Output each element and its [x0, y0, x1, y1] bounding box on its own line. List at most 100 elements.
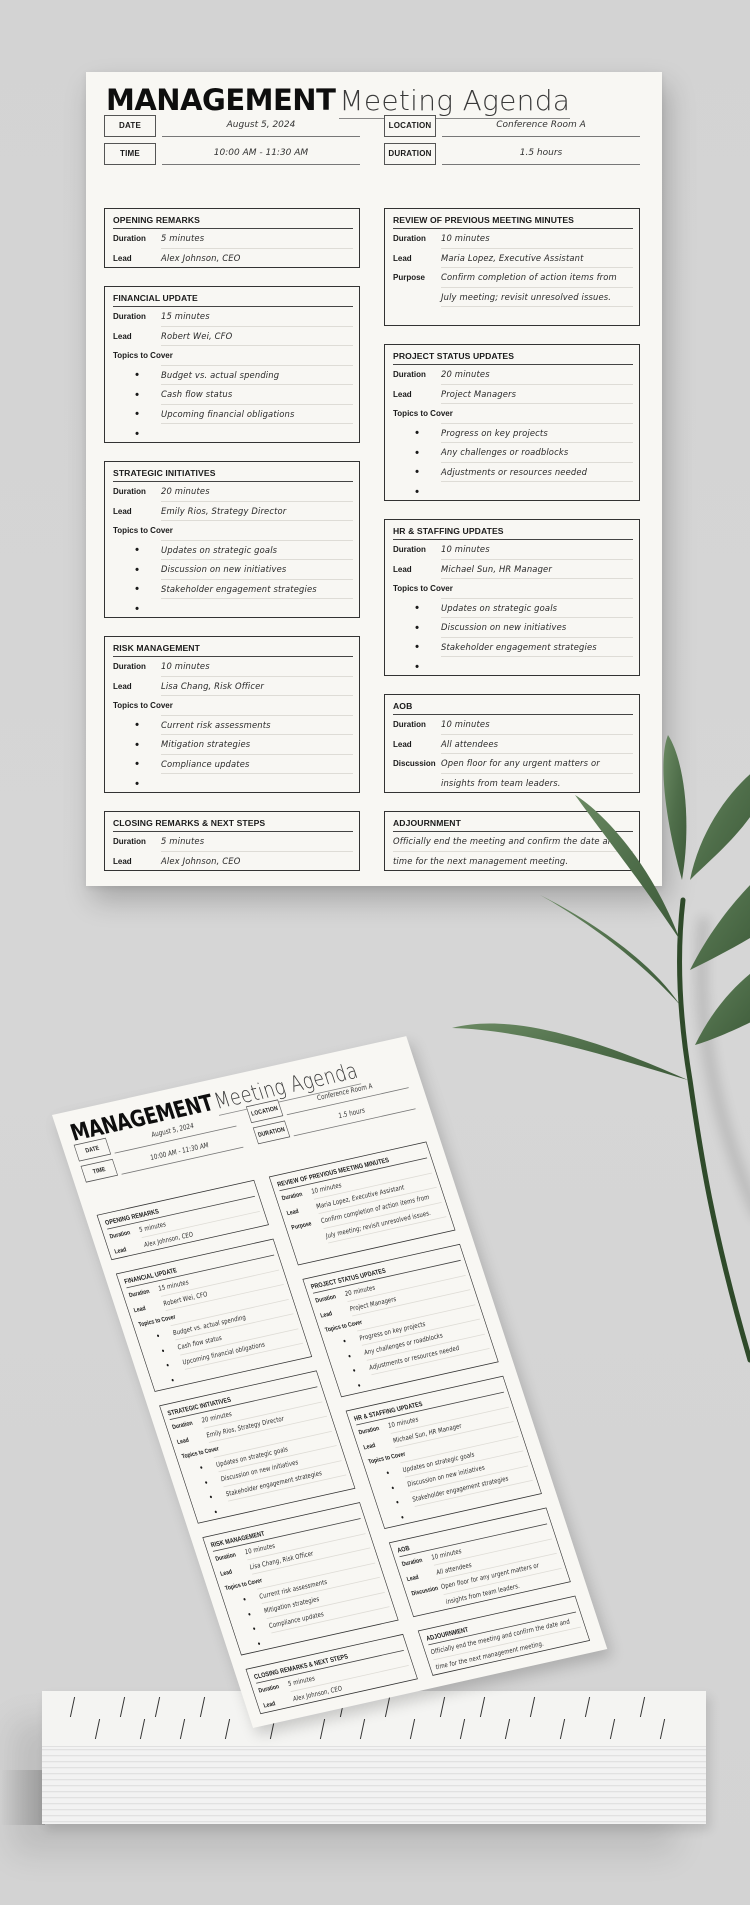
row-label: Duration [393, 720, 426, 730]
bullet-icon [113, 778, 161, 790]
row-label: Lead [393, 389, 412, 399]
topics-row: Topics to Cover [113, 696, 353, 716]
duration-row: Duration 10 minutes [393, 540, 633, 560]
stack-print-mark [659, 1719, 666, 1739]
topic-text: Cash flow status [161, 385, 353, 405]
leaf [690, 885, 750, 970]
bullet-icon [113, 583, 161, 595]
topic-item [113, 599, 353, 619]
stack-print-mark [154, 1697, 161, 1717]
row-label: Lead [113, 856, 132, 866]
section-aob: AOB Duration 10 minutes Lead All attendees… [384, 694, 640, 793]
meta-time: TIME 10:00 AM - 11:30 AM [104, 143, 360, 165]
row-value: 5 minutes [161, 832, 353, 852]
row-label: Lead [113, 1245, 128, 1255]
row-label: Lead [393, 253, 412, 263]
bullet-icon [393, 466, 441, 478]
row-label: Duration [113, 487, 146, 497]
lead-row: Lead Project Managers [393, 385, 633, 404]
topic-item: Upcoming financial obligations [113, 405, 353, 424]
lead-row: Lead Alex Johnson, CEO [113, 249, 353, 269]
topic-text: Current risk assessments [161, 716, 353, 735]
section-project-status: PROJECT STATUS UPDATES Duration 20 minute… [302, 1243, 499, 1398]
row-label: Topics to Cover [393, 408, 453, 418]
leaf [663, 735, 687, 880]
section-strategic-initiatives: STRATEGIC INITIATIVES Duration 20 minutes… [104, 461, 360, 618]
duration-row: Duration 10 minutes [393, 715, 633, 735]
row-value: Officially end the meeting and confirm t… [393, 832, 633, 852]
bullet-icon [113, 564, 161, 576]
row-value: Alex Johnson, CEO [161, 856, 241, 867]
row-label-empty [296, 1236, 326, 1243]
topics-row: Topics to Cover [113, 346, 353, 366]
agenda-title: MANAGEMENTMeeting Agenda [106, 84, 571, 119]
topic-item: Discussion on new initiatives [393, 618, 633, 638]
section-review-previous-minutes: REVIEW OF PREVIOUS MEETING MINUTES Durat… [384, 208, 640, 326]
row-value: All attendees [441, 735, 633, 754]
row-label: Lead [113, 253, 132, 263]
stack-print-mark [439, 1697, 446, 1717]
topic-item: Cash flow status [113, 385, 353, 405]
row-label: Duration [113, 837, 146, 847]
bullet-icon [393, 602, 441, 614]
section-financial-update: FINANCIAL UPDATE Duration 15 minutes Lead… [115, 1238, 313, 1392]
section-opening-remarks: OPENING REMARKS Duration 5 minutes Lead Al… [104, 208, 360, 268]
row-label: Lead [113, 681, 132, 691]
topic-item: Discussion on new initiatives [113, 560, 353, 580]
topic-text [161, 424, 353, 444]
time-label: TIME [80, 1158, 119, 1183]
leaf [452, 1023, 688, 1080]
row-label: Purpose [393, 273, 426, 283]
topic-item [113, 424, 353, 444]
topic-item [393, 657, 633, 677]
agenda-sheet-front: MANAGEMENT Meeting Agenda DATE August 5, … [86, 72, 662, 886]
bullet-icon [113, 428, 161, 440]
section-title: FINANCIAL UPDATE [113, 291, 353, 307]
time-label: TIME [104, 143, 156, 165]
row-label: Duration [393, 370, 426, 380]
topic-text: Discussion on new initiatives [441, 618, 633, 638]
date-label: DATE [104, 115, 156, 137]
row-value: 10 minutes [441, 540, 633, 560]
section-strategic-initiatives: STRATEGIC INITIATIVES Duration 20 minutes… [159, 1370, 356, 1524]
row-label: Lead [262, 1699, 277, 1709]
row-value: Maria Lopez, Executive Assistant [441, 249, 633, 268]
lead-row: Lead Alex Johnson, CEO [113, 852, 353, 872]
stack-print-mark [504, 1719, 511, 1739]
section-title: RISK MANAGEMENT [113, 641, 353, 657]
row-label: Lead [393, 564, 412, 574]
section-title: OPENING REMARKS [113, 213, 353, 229]
row-label: Duration [393, 234, 426, 244]
duration-row: Duration 5 minutes [113, 832, 353, 852]
stack-print-mark [584, 1697, 591, 1717]
bullet-icon [393, 427, 441, 439]
row-label: Topics to Cover [113, 700, 173, 710]
row-label: Lead [132, 1304, 147, 1314]
row-value: 10 minutes [441, 229, 633, 249]
section-title: REVIEW OF PREVIOUS MEETING MINUTES [393, 213, 633, 229]
adjournment-line: Officially end the meeting and confirm t… [393, 832, 633, 852]
duration-value: 1.5 hours [442, 143, 640, 165]
agenda-sheet-tilted: MANAGEMENTMeeting Agenda DATE August 5, … [52, 1036, 608, 1728]
stack-print-mark [559, 1719, 566, 1739]
meta-date: DATE August 5, 2024 [104, 115, 360, 137]
row-label: Duration [113, 662, 146, 672]
topic-text: Updates on strategic goals [441, 599, 633, 618]
topic-text: Stakeholder engagement strategies [161, 580, 353, 599]
section-project-status: PROJECT STATUS UPDATES Duration 20 minute… [384, 344, 640, 501]
row-value: Lisa Chang, Risk Officer [161, 677, 353, 696]
topic-item: Budget vs. actual spending [113, 366, 353, 385]
row-value: Robert Wei, CFO [161, 327, 353, 346]
stack-print-mark [119, 1697, 126, 1717]
leaf [540, 895, 680, 1005]
bullet-icon [343, 1378, 375, 1394]
discussion-row: Discussion Open floor for any urgent matt… [393, 754, 633, 774]
row-label: Duration [113, 234, 146, 244]
row-value: 10 minutes [161, 657, 353, 677]
discussion-row-cont: insights from team leaders. [393, 774, 633, 794]
topics-row: Topics to Cover [113, 521, 353, 541]
stack-print-mark [384, 1697, 391, 1717]
section-title: PROJECT STATUS UPDATES [393, 349, 633, 365]
lead-row: Lead Robert Wei, CFO [113, 327, 353, 346]
bullet-icon [156, 1373, 188, 1389]
